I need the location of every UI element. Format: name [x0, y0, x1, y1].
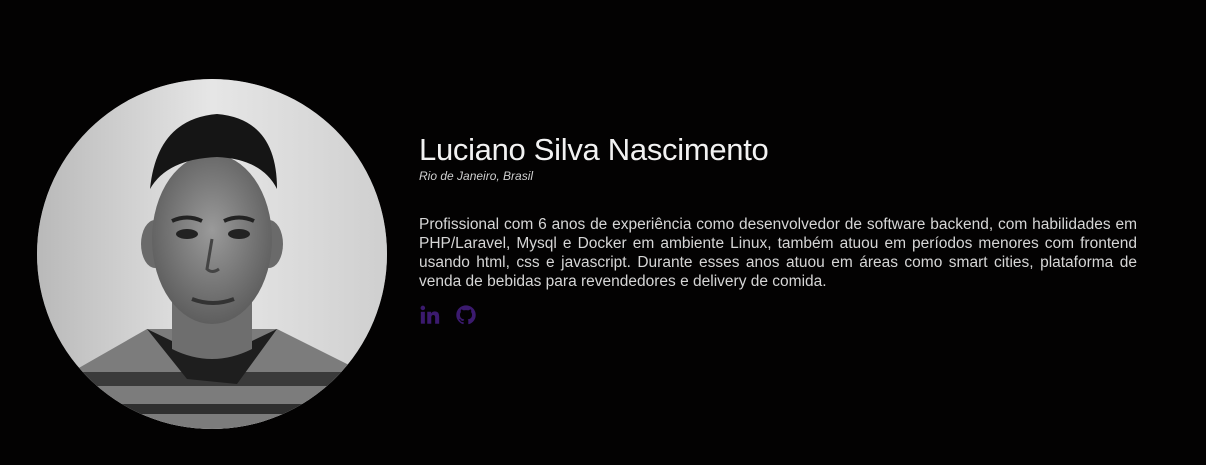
profile-photo	[37, 79, 387, 429]
social-links	[419, 304, 1137, 326]
profile-info: Luciano Silva Nascimento Rio de Janeiro,…	[419, 131, 1137, 326]
profile-name: Luciano Silva Nascimento	[419, 132, 769, 167]
profile-section: Luciano Silva Nascimento Rio de Janeiro,…	[0, 0, 1206, 465]
profile-bio: Profissional com 6 anos de experiência c…	[419, 216, 1137, 290]
linkedin-icon	[420, 305, 440, 324]
github-link[interactable]	[455, 304, 477, 326]
linkedin-link[interactable]	[419, 304, 441, 326]
github-icon	[456, 305, 476, 325]
profile-location: Rio de Janeiro, Brasil	[419, 169, 534, 183]
